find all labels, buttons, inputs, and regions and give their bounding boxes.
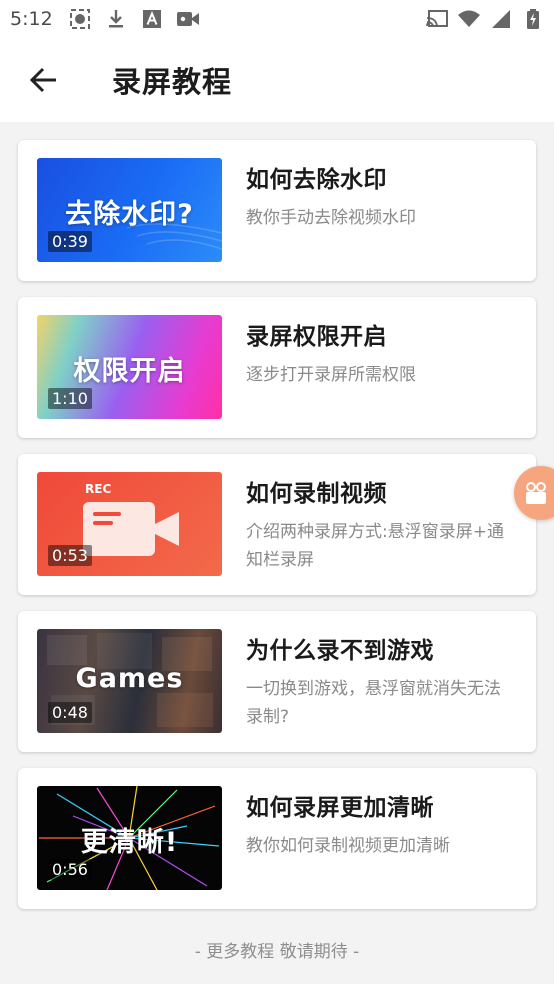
video-duration: 0:56 bbox=[48, 859, 92, 880]
video-duration: 0:53 bbox=[48, 545, 92, 566]
app-bar: 录屏教程 bbox=[0, 38, 554, 122]
tutorial-description: 教你如何录制视频更加清晰 bbox=[246, 836, 450, 856]
video-thumbnail[interactable]: 权限开启 1:10 bbox=[37, 315, 222, 419]
tutorial-title: 如何录制视频 bbox=[246, 481, 387, 507]
tutorial-card[interactable]: 去除水印? 0:39 如何去除水印 教你手动去除视频水印 bbox=[18, 140, 536, 281]
tutorial-description: 介绍两种录屏方式:悬浮窗录屏+通知栏录屏 bbox=[246, 522, 504, 570]
status-icons-left bbox=[69, 9, 199, 29]
video-recorder-icon bbox=[83, 502, 179, 556]
camera-recorder-icon bbox=[526, 482, 546, 504]
tutorial-description: 逐步打开录屏所需权限 bbox=[246, 365, 416, 385]
download-icon bbox=[105, 9, 127, 29]
thumbnail-caption: 去除水印? bbox=[65, 199, 194, 230]
tutorial-title: 如何录屏更加清晰 bbox=[246, 795, 434, 821]
tutorial-card[interactable]: 更清晰! 0:56 如何录屏更加清晰 教你如何录制视频更加清晰 bbox=[18, 768, 536, 909]
text-a-icon bbox=[141, 9, 163, 29]
tutorial-card[interactable]: 权限开启 1:10 录屏权限开启 逐步打开录屏所需权限 bbox=[18, 297, 536, 438]
video-duration: 1:10 bbox=[48, 388, 92, 409]
tutorial-card[interactable]: REC 0:53 如何录制视频 介绍两种录屏方式:悬浮窗录屏+通知栏录屏 bbox=[18, 454, 536, 595]
signal-icon bbox=[490, 9, 512, 29]
video-camera-icon bbox=[176, 9, 199, 29]
tutorial-description: 教你手动去除视频水印 bbox=[246, 208, 416, 228]
video-thumbnail[interactable]: Games 0:48 bbox=[37, 629, 222, 733]
video-thumbnail[interactable]: 更清晰! 0:56 bbox=[37, 786, 222, 890]
tutorial-description: 一切换到游戏，悬浮窗就消失无法录制? bbox=[246, 679, 501, 727]
thumbnail-caption: 更清晰! bbox=[80, 827, 179, 858]
video-duration: 0:39 bbox=[48, 231, 92, 252]
thumbnail-caption: Games bbox=[75, 663, 184, 694]
rec-label: REC bbox=[85, 482, 112, 496]
wifi-icon bbox=[458, 9, 480, 29]
status-time: 5:12 bbox=[10, 8, 53, 30]
cast-icon bbox=[426, 9, 448, 29]
tutorial-card[interactable]: Games 0:48 为什么录不到游戏 一切换到游戏，悬浮窗就消失无法录制? bbox=[18, 611, 536, 752]
video-thumbnail[interactable]: 去除水印? 0:39 bbox=[37, 158, 222, 262]
status-bar: 5:12 bbox=[0, 0, 554, 38]
video-duration: 0:48 bbox=[48, 702, 92, 723]
arrow-left-icon bbox=[30, 67, 56, 93]
footer-note: - 更多教程 敬请期待 - bbox=[194, 942, 360, 962]
battery-charging-icon bbox=[522, 9, 544, 29]
thumbnail-caption: 权限开启 bbox=[73, 356, 186, 387]
screen-record-icon bbox=[69, 9, 91, 29]
back-button[interactable] bbox=[22, 58, 66, 102]
status-icons-right bbox=[426, 9, 544, 29]
video-thumbnail[interactable]: REC 0:53 bbox=[37, 472, 222, 576]
tutorial-title: 为什么录不到游戏 bbox=[246, 638, 434, 664]
tutorial-title: 如何去除水印 bbox=[246, 167, 387, 193]
page-title: 录屏教程 bbox=[112, 65, 233, 99]
tutorial-title: 录屏权限开启 bbox=[246, 324, 387, 350]
